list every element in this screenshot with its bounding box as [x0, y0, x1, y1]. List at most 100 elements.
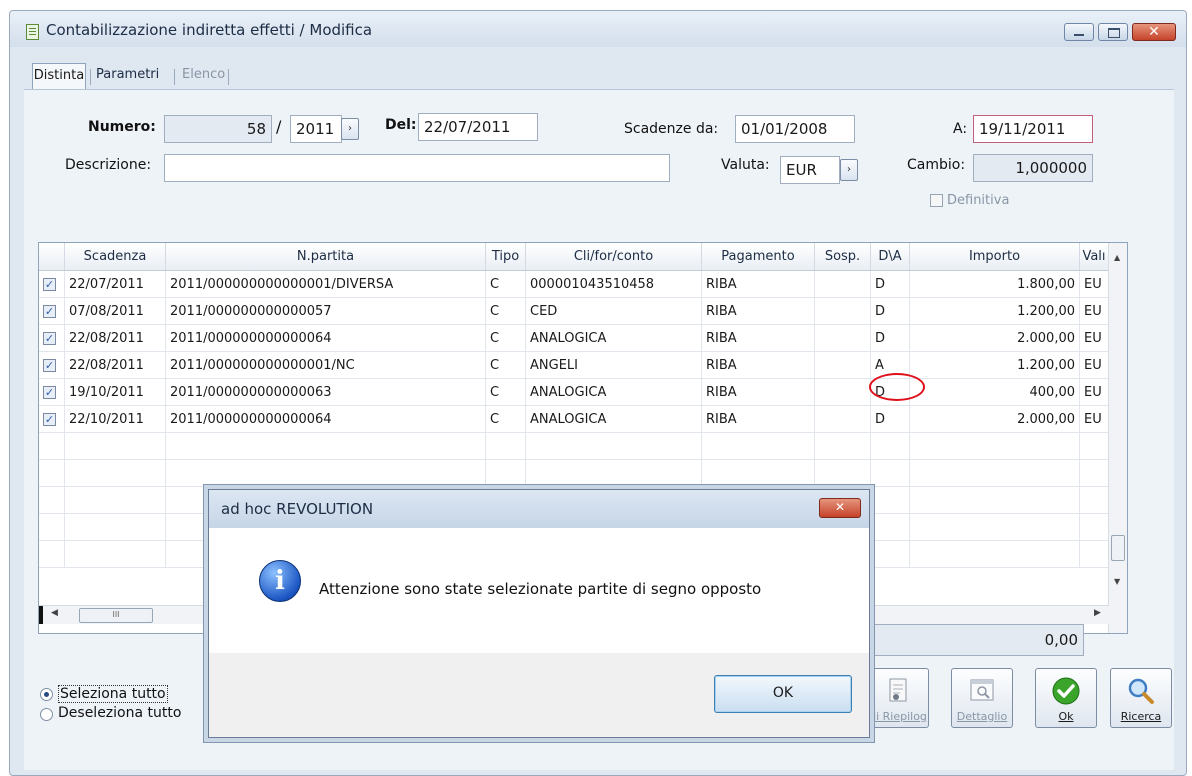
minimize-button[interactable] — [1064, 23, 1094, 41]
tab-elenco[interactable]: Elenco — [182, 63, 225, 89]
cell-conto: ANALOGICA — [526, 406, 702, 433]
row-checkbox[interactable]: ✓ — [43, 386, 56, 399]
cambio-label: Cambio: — [907, 157, 966, 173]
valuta-label: Valuta: — [721, 157, 770, 173]
numero-field[interactable]: 58 — [164, 115, 272, 143]
scadenze-a-field[interactable]: 19/11/2011 — [973, 115, 1093, 143]
anno-next-button[interactable]: › — [341, 118, 359, 140]
detail-window-icon — [970, 679, 994, 701]
dialog-title: ad hoc REVOLUTION — [221, 500, 374, 518]
maximize-button[interactable] — [1098, 23, 1128, 41]
scroll-right-icon[interactable]: ▶ — [1094, 608, 1101, 618]
cell-tipo: C — [486, 379, 526, 406]
ricerca-button[interactable]: Ricerca — [1110, 668, 1172, 728]
del-date-field[interactable]: 22/07/2011 — [418, 113, 538, 141]
table-row[interactable]: ✓ 22/08/2011 2011/000000000000064 C ANAL… — [39, 325, 1127, 352]
cell-importo: 2.000,00 — [910, 325, 1080, 352]
cell-valuta: EU — [1080, 325, 1109, 352]
window-title: Contabilizzazione indiretta effetti / Mo… — [46, 21, 373, 39]
cell-importo: 2.000,00 — [910, 406, 1080, 433]
row-check-cell: ✓ — [39, 271, 65, 298]
scroll-left-icon[interactable]: ◀ — [51, 608, 58, 618]
cambio-field[interactable]: 1,000000 — [973, 154, 1093, 182]
dialog-title-bar: ad hoc REVOLUTION ✕ — [209, 490, 869, 528]
checkmark-icon — [1052, 677, 1080, 705]
cell-importo: 1.800,00 — [910, 271, 1080, 298]
definitiva-checkbox[interactable] — [930, 194, 943, 207]
cell-tipo: C — [486, 298, 526, 325]
cell-partita: 2011/000000000000063 — [166, 379, 486, 406]
tab-divider — [90, 69, 91, 85]
dialog-ok-button[interactable]: OK — [714, 675, 852, 713]
row-checkbox[interactable]: ✓ — [43, 278, 56, 291]
descrizione-field[interactable] — [164, 154, 670, 182]
column-header-da[interactable]: D\A — [871, 243, 910, 270]
horizontal-scroll-thumb[interactable]: III — [79, 608, 153, 623]
column-header-check — [39, 243, 65, 270]
cell-da: D — [871, 325, 910, 352]
dettaglio-button[interactable]: Dettaglio — [951, 668, 1013, 728]
cell-sosp — [815, 406, 871, 433]
column-header-valuta[interactable]: Valı — [1080, 243, 1109, 270]
column-header-importo[interactable]: Importo — [910, 243, 1080, 270]
riepilogo-label: di Riepilog — [869, 710, 927, 723]
cell-da: D — [871, 298, 910, 325]
valuta-field[interactable]: EUR — [780, 156, 840, 184]
tab-divider — [174, 69, 175, 85]
column-header-partita[interactable]: N.partita — [166, 243, 486, 270]
column-header-pagamento[interactable]: Pagamento — [702, 243, 815, 270]
cell-scadenza: 07/08/2011 — [65, 298, 166, 325]
cell-conto: ANGELI — [526, 352, 702, 379]
a-label: A: — [953, 121, 968, 137]
ricerca-label: Ricerca — [1120, 710, 1162, 723]
scadenze-label: Scadenze da: — [624, 121, 719, 137]
column-header-tipo[interactable]: Tipo — [486, 243, 526, 270]
row-checkbox[interactable]: ✓ — [43, 305, 56, 318]
info-icon: i — [259, 560, 301, 602]
app-icon — [26, 24, 39, 40]
cell-importo: 1.200,00 — [910, 298, 1080, 325]
scroll-up-icon[interactable]: ▲ — [1114, 253, 1120, 262]
scroll-down-icon[interactable]: ▼ — [1114, 577, 1120, 586]
dialog-close-button[interactable]: ✕ — [819, 498, 861, 518]
table-row[interactable]: ✓ 22/07/2011 2011/000000000000001/DIVERS… — [39, 271, 1127, 298]
seleziona-tutto-label[interactable]: Seleziona tutto — [58, 685, 168, 703]
cell-valuta: EU — [1080, 406, 1109, 433]
cell-valuta: EU — [1080, 271, 1109, 298]
table-row[interactable]: ✓ 22/08/2011 2011/000000000000001/NC C A… — [39, 352, 1127, 379]
title-bar: Contabilizzazione indiretta effetti / Mo… — [10, 11, 1186, 47]
tab-parametri[interactable]: Parametri — [96, 63, 159, 89]
vertical-scroll-thumb[interactable] — [1111, 535, 1125, 561]
cell-valuta: EU — [1080, 352, 1109, 379]
table-row[interactable]: ✓ 22/10/2011 2011/000000000000064 C ANAL… — [39, 406, 1127, 433]
cell-partita: 2011/000000000000057 — [166, 298, 486, 325]
table-row[interactable]: ✓ 19/10/2011 2011/000000000000063 C ANAL… — [39, 379, 1127, 406]
grid-vertical-scrollbar[interactable]: ▲ ▼ — [1108, 243, 1127, 633]
valuta-lookup-button[interactable]: › — [840, 159, 858, 181]
seleziona-tutto-radio[interactable] — [40, 688, 53, 701]
table-row[interactable]: ✓ 07/08/2011 2011/000000000000057 C CED … — [39, 298, 1127, 325]
scadenze-da-field[interactable]: 01/01/2008 — [735, 115, 855, 143]
cell-tipo: C — [486, 406, 526, 433]
cell-scadenza: 22/10/2011 — [65, 406, 166, 433]
cell-scadenza: 22/07/2011 — [65, 271, 166, 298]
cell-valuta: EU — [1080, 298, 1109, 325]
tab-distinta[interactable]: Distinta — [32, 63, 86, 89]
deseleziona-tutto-radio[interactable] — [40, 708, 53, 721]
anno-field[interactable]: 2011 — [290, 115, 342, 143]
row-check-cell: ✓ — [39, 325, 65, 352]
column-header-conto[interactable]: Cli/for/conto — [526, 243, 702, 270]
riepilogo-button[interactable]: di Riepilog — [867, 668, 929, 728]
row-check-cell: ✓ — [39, 406, 65, 433]
highlight-circle — [869, 373, 925, 401]
row-checkbox[interactable]: ✓ — [43, 332, 56, 345]
deseleziona-tutto-label[interactable]: Deseleziona tutto — [58, 705, 181, 721]
ok-button[interactable]: Ok — [1035, 668, 1097, 728]
row-checkbox[interactable]: ✓ — [43, 359, 56, 372]
close-button[interactable]: ✕ — [1132, 23, 1176, 41]
column-header-scadenza[interactable]: Scadenza — [65, 243, 166, 270]
cell-conto: ANALOGICA — [526, 325, 702, 352]
row-checkbox[interactable]: ✓ — [43, 413, 56, 426]
cell-conto: ANALOGICA — [526, 379, 702, 406]
column-header-sosp[interactable]: Sosp. — [815, 243, 871, 270]
